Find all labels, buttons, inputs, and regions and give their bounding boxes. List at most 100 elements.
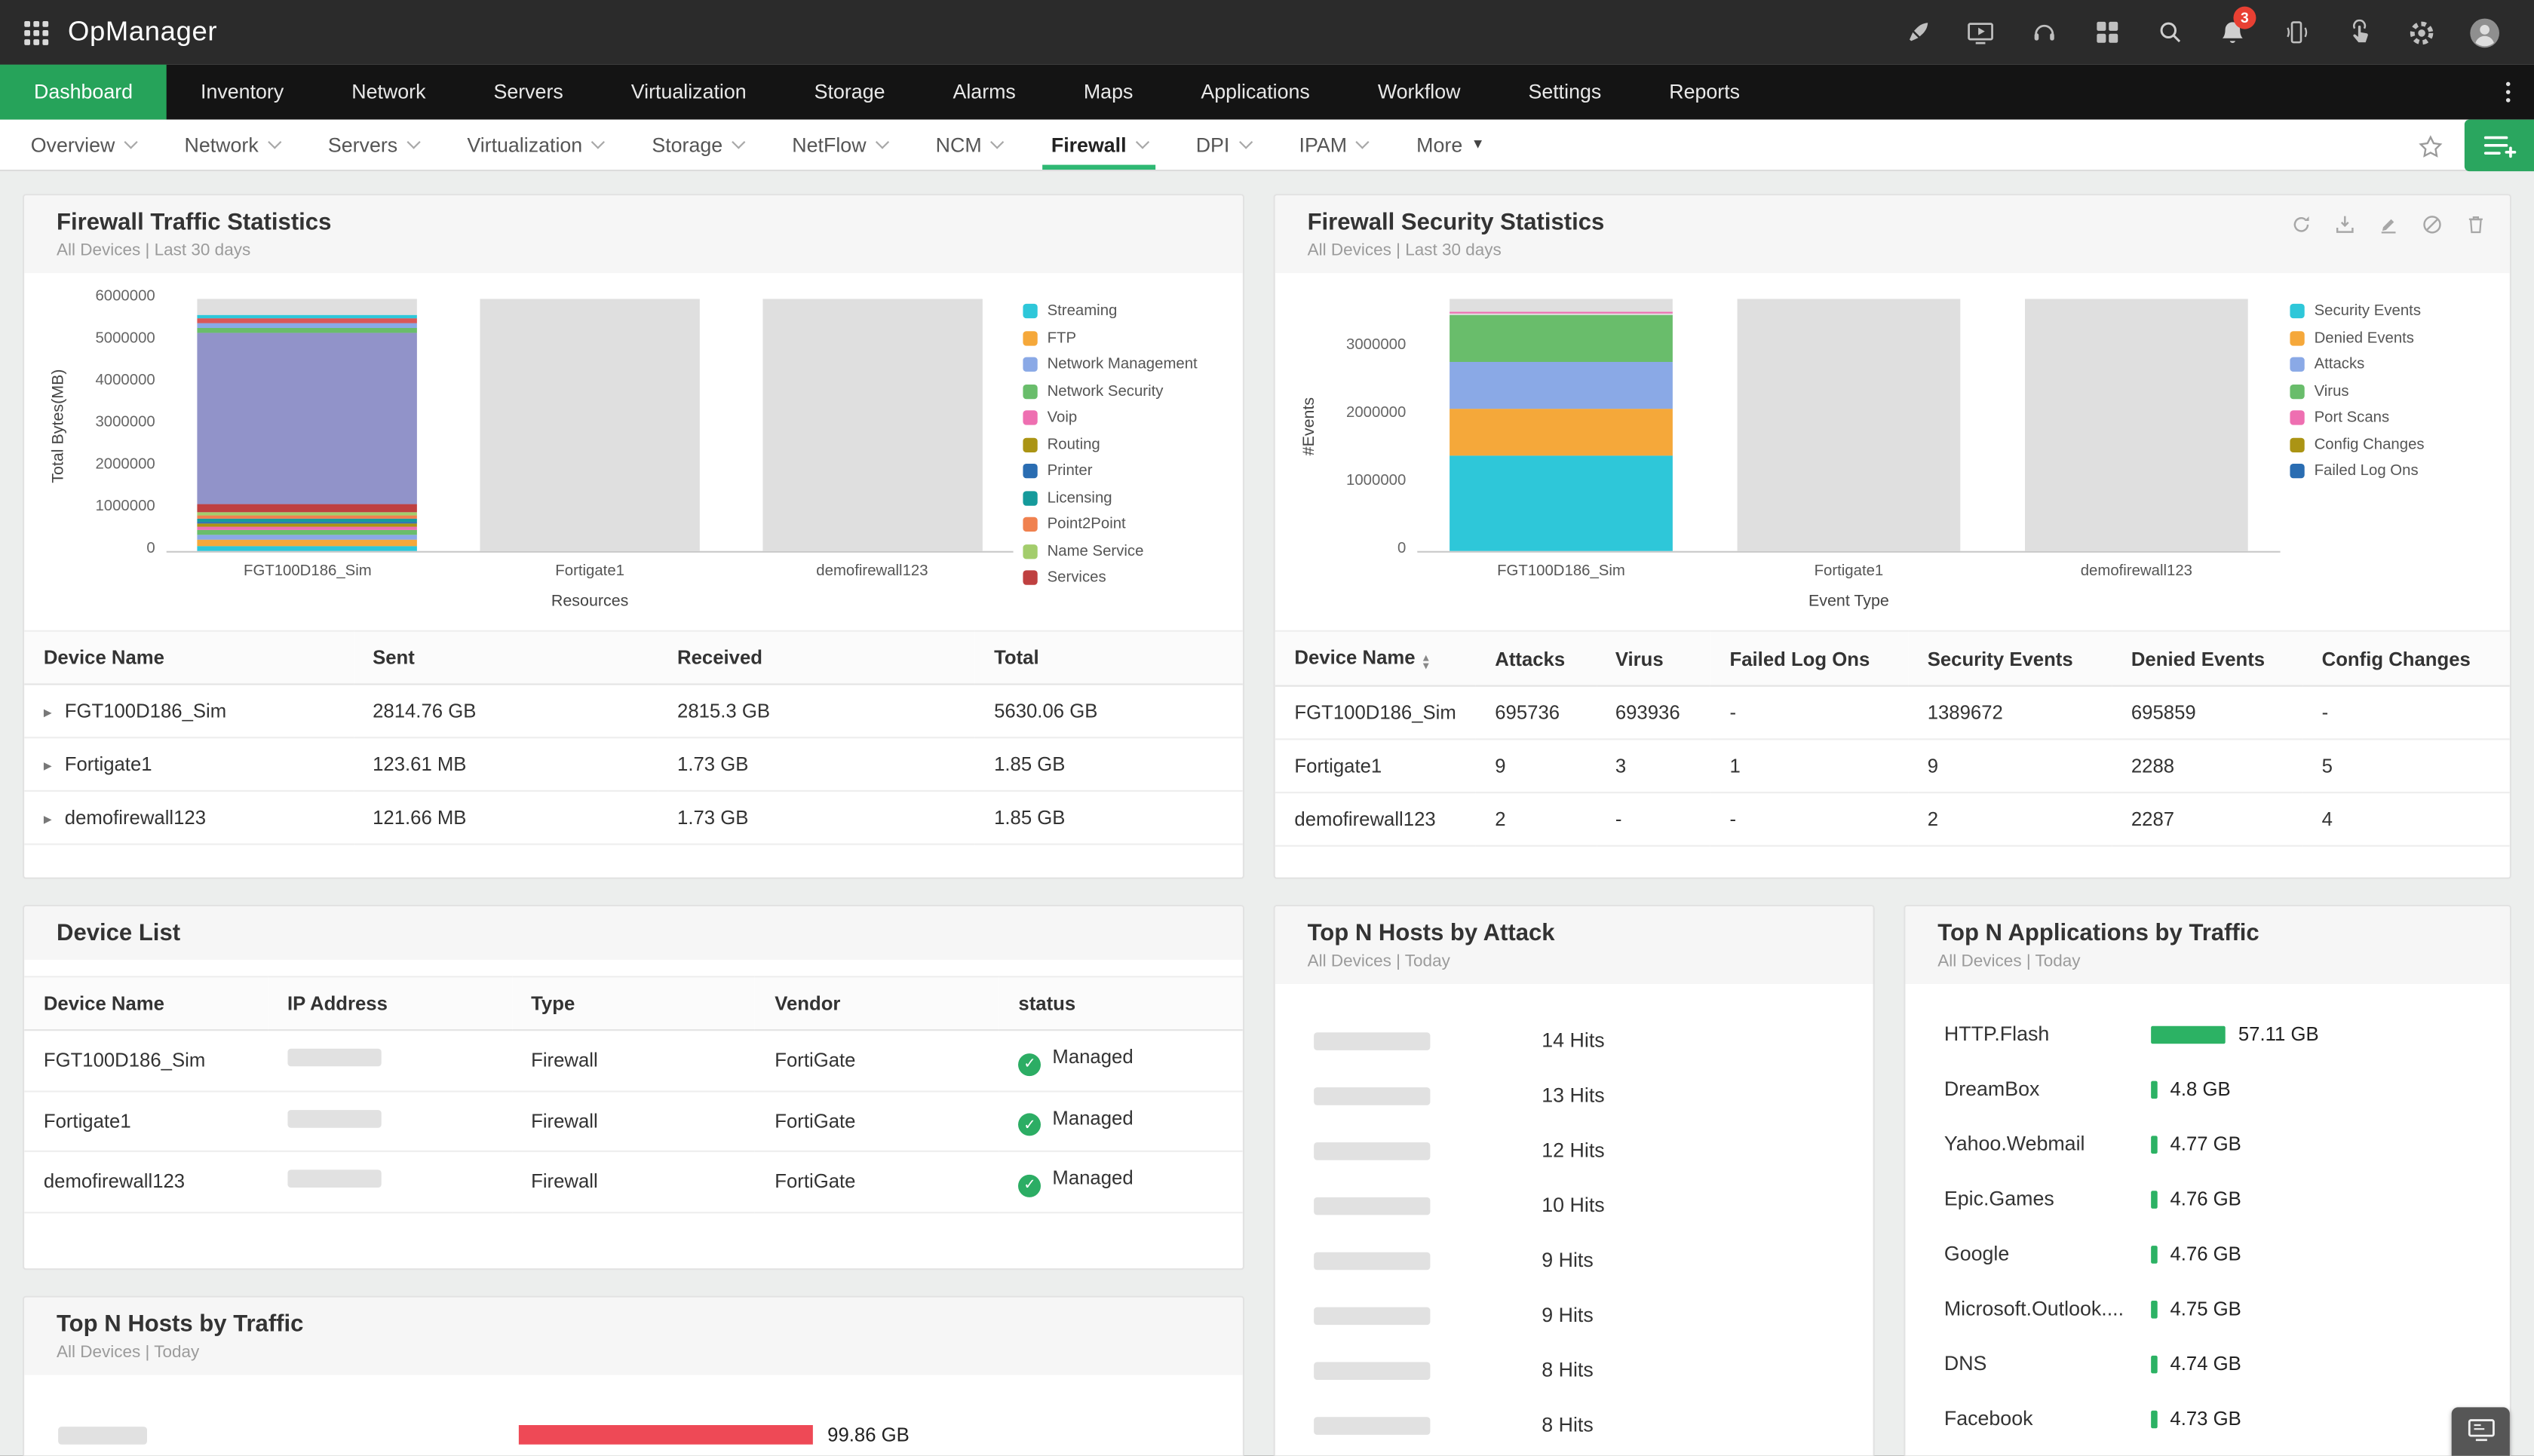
legend-item[interactable]: FTP [1023,329,1219,347]
screen-share-icon[interactable] [1954,0,2008,65]
add-widget-button[interactable] [2465,119,2534,171]
column-header[interactable]: Vendor [756,976,999,1030]
nav-item-workflow[interactable]: Workflow [1344,65,1495,120]
nav-item-alarms[interactable]: Alarms [919,65,1049,120]
legend-item[interactable]: Virus [2290,382,2486,400]
column-header[interactable]: IP Address [268,976,511,1030]
expand-row-icon[interactable]: ▸ [44,811,52,829]
nav-overflow-icon[interactable] [2482,65,2534,120]
tab-netflow[interactable]: NetFlow [768,120,911,170]
export-icon[interactable] [2333,213,2356,236]
nav-item-dashboard[interactable]: Dashboard [0,65,167,120]
device-row[interactable]: demofirewall123FirewallFortiGate✓Managed [24,1151,1243,1212]
legend-item[interactable]: Network Management [1023,355,1219,373]
app-traffic-row[interactable]: Google4.76 GB [1905,1226,2509,1281]
device-row[interactable]: Fortigate1FirewallFortiGate✓Managed [24,1090,1243,1151]
column-header[interactable]: Device Name [24,631,353,685]
column-header[interactable]: Failed Log Ons [1710,631,1908,686]
avatar-icon[interactable] [2458,0,2511,65]
column-header[interactable]: Config Changes [2302,631,2510,686]
app-traffic-row[interactable]: DNS4.74 GB [1905,1336,2509,1391]
nav-item-reports[interactable]: Reports [1635,65,1774,120]
legend-item[interactable]: Licensing [1023,489,1219,507]
column-header[interactable]: Device Name▴▾ [1275,631,1476,686]
legend-item[interactable]: Streaming [1023,302,1219,320]
favorite-star-icon[interactable] [2418,130,2444,160]
nav-item-settings[interactable]: Settings [1494,65,1635,120]
legend-item[interactable]: Security Events [2290,302,2486,320]
attack-host-row[interactable]: 10 Hits [1275,1178,1873,1233]
tab-firewall[interactable]: Firewall [1027,120,1172,170]
column-header[interactable]: status [999,976,1243,1030]
legend-item[interactable]: Name Service [1023,542,1219,560]
chart-column[interactable] [1449,299,1673,550]
nav-item-inventory[interactable]: Inventory [167,65,318,120]
attack-host-row[interactable]: 9 Hits [1275,1288,1873,1343]
nav-item-servers[interactable]: Servers [459,65,597,120]
legend-item[interactable]: Printer [1023,462,1219,480]
legend-item[interactable]: Attacks [2290,355,2486,373]
support-chat-button[interactable] [2452,1407,2510,1455]
tab-servers[interactable]: Servers [304,120,443,170]
legend-item[interactable]: Voip [1023,409,1219,427]
column-header[interactable]: Attacks [1476,631,1597,686]
legend-item[interactable]: Denied Events [2290,329,2486,347]
tab-ncm[interactable]: NCM [912,120,1027,170]
edit-icon[interactable] [2377,213,2400,236]
column-header[interactable]: Denied Events [2112,631,2302,686]
column-header[interactable]: Device Name [24,976,268,1030]
app-logo[interactable]: OpManager [68,16,217,48]
table-row[interactable]: Fortigate1931922885 [1275,739,2510,792]
device-row[interactable]: FGT100D186_SimFirewallFortiGate✓Managed [24,1030,1243,1090]
legend-item[interactable]: Failed Log Ons [2290,462,2486,480]
attack-host-row[interactable]: 13 Hits [1275,1068,1873,1123]
column-header[interactable]: Virus [1596,631,1710,686]
column-header[interactable]: Security Events [1908,631,2112,686]
app-traffic-row[interactable]: HTTP.Flash57.11 GB [1905,1007,2509,1062]
legend-item[interactable]: Services [1023,569,1219,587]
mobile-icon[interactable] [2269,0,2323,65]
delete-icon[interactable] [2465,213,2487,236]
notifications-icon[interactable]: 3 [2206,0,2259,65]
tab-virtualization[interactable]: Virtualization [443,120,627,170]
unlink-icon[interactable] [2421,213,2444,236]
legend-item[interactable]: Network Security [1023,382,1219,400]
nav-item-virtualization[interactable]: Virtualization [597,65,781,120]
column-header[interactable]: Sent [353,631,658,685]
app-traffic-row[interactable]: Microsoft.Outlook....4.75 GB [1905,1281,2509,1336]
table-row[interactable]: ▸demofirewall123121.66 MB1.73 GB1.85 GB [24,791,1243,844]
app-traffic-row[interactable]: Yahoo.Webmail4.77 GB [1905,1117,2509,1172]
attack-host-row[interactable]: 9 Hits [1275,1233,1873,1288]
search-icon[interactable] [2143,0,2196,65]
settings-icon[interactable] [2395,0,2449,65]
tab-network[interactable]: Network [160,120,303,170]
attack-host-row[interactable]: 12 Hits [1275,1123,1873,1178]
rocket-icon[interactable] [1891,0,1944,65]
legend-item[interactable]: Config Changes [2290,436,2486,454]
chart-column[interactable] [762,299,982,550]
attack-host-row[interactable]: 8 Hits [1275,1398,1873,1453]
refresh-icon[interactable] [2290,213,2312,236]
column-header[interactable]: Received [658,631,974,685]
legend-item[interactable]: Routing [1023,436,1219,454]
tab-ipam[interactable]: IPAM [1275,120,1392,170]
attack-host-row[interactable]: 8 Hits [1275,1343,1873,1398]
chart-column[interactable] [198,299,418,550]
traffic-host-row[interactable]: 99.86 GB [24,1411,1243,1456]
legend-item[interactable]: Point2Point [1023,516,1219,534]
table-row[interactable]: ▸FGT100D186_Sim2814.76 GB2815.3 GB5630.0… [24,685,1243,738]
attack-host-row[interactable]: 14 Hits [1275,1013,1873,1068]
expand-row-icon[interactable]: ▸ [44,704,52,722]
touch-icon[interactable] [2332,0,2385,65]
headset-icon[interactable] [2017,0,2070,65]
app-traffic-row[interactable]: DreamBox4.8 GB [1905,1062,2509,1117]
nav-item-storage[interactable]: Storage [781,65,919,120]
tab-storage[interactable]: Storage [627,120,768,170]
chart-column[interactable] [1737,299,1961,550]
legend-item[interactable]: Port Scans [2290,409,2486,427]
chart-column[interactable] [2024,299,2248,550]
chart-column[interactable] [480,299,700,550]
table-row[interactable]: ▸Fortigate1123.61 MB1.73 GB1.85 GB [24,737,1243,791]
nav-item-applications[interactable]: Applications [1167,65,1343,120]
app-launcher-icon[interactable] [23,19,50,46]
